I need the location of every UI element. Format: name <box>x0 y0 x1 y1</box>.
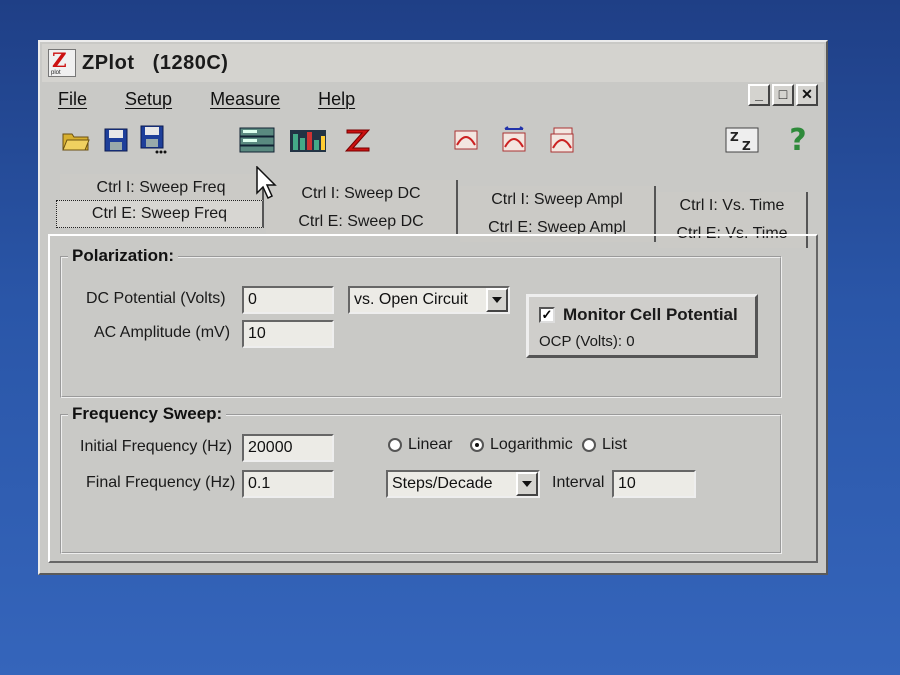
z-icon[interactable] <box>342 124 374 156</box>
chevron-down-icon[interactable] <box>516 472 538 496</box>
menu-setup[interactable]: Setup <box>113 89 172 110</box>
sweep-icon-2[interactable] <box>498 124 530 156</box>
sweep-icon-3[interactable] <box>546 124 578 156</box>
radio-logarithmic-label: Logarithmic <box>490 436 573 453</box>
save-icon[interactable] <box>100 124 132 156</box>
tab-ctrl-i-sweep-ampl[interactable]: Ctrl I: Sweep Ampl <box>460 186 656 214</box>
save-as-icon[interactable] <box>138 124 170 156</box>
tab-ctrl-i-vs-time[interactable]: Ctrl I: Vs. Time <box>658 192 808 220</box>
chevron-down-icon[interactable] <box>486 288 508 312</box>
ac-amplitude-label: AC Amplitude (mV) <box>94 324 231 341</box>
steps-select[interactable]: Steps/Decade <box>386 470 540 498</box>
sweep-icon-1[interactable] <box>450 124 482 156</box>
interval-label: Interval <box>552 474 605 491</box>
svg-text:Z: Z <box>730 130 739 144</box>
toolbar: ZZ ? <box>52 123 814 164</box>
graph-icon[interactable] <box>288 124 328 156</box>
monitor-cell-checkbox[interactable]: ✓ <box>539 307 555 323</box>
svg-text:Z: Z <box>742 139 751 153</box>
dc-potential-label: DC Potential (Volts) <box>86 290 226 307</box>
tab-ctrl-e-sweep-freq[interactable]: Ctrl E: Sweep Freq <box>56 200 264 228</box>
window-title: ZPlot (1280C) <box>82 51 229 74</box>
app-icon-letter: Z <box>52 48 67 72</box>
ocp-readout: OCP (Volts): 0 <box>539 333 635 350</box>
monitor-cell-box: ✓ Monitor Cell Potential OCP (Volts): 0 <box>526 294 758 358</box>
polarization-title: Polarization: <box>68 246 179 266</box>
window-controls: _ □ ✕ <box>748 84 818 106</box>
radio-linear-label: Linear <box>408 436 453 453</box>
radio-linear[interactable] <box>388 438 402 452</box>
tab-ctrl-e-sweep-dc[interactable]: Ctrl E: Sweep DC <box>266 208 458 236</box>
monitor-cell-label: Monitor Cell Potential <box>563 305 738 324</box>
zplot-app-icon[interactable]: Z plot <box>48 48 76 77</box>
main-window: Z plot ZPlot (1280C) File Setup Measure … <box>38 40 828 575</box>
app-icon-sublabel: plot <box>51 70 61 76</box>
tab-ctrl-i-sweep-dc[interactable]: Ctrl I: Sweep DC <box>266 180 458 208</box>
radio-logarithmic[interactable] <box>470 438 484 452</box>
menu-bar: File Setup Measure Help _ □ ✕ <box>46 84 820 114</box>
title-bar[interactable]: Z plot ZPlot (1280C) <box>42 44 824 82</box>
frequency-sweep-title: Frequency Sweep: <box>68 404 227 424</box>
menu-help[interactable]: Help <box>306 89 355 110</box>
menu-file[interactable]: File <box>46 89 87 110</box>
minimize-button[interactable]: _ <box>748 84 770 106</box>
zz-icon[interactable]: ZZ <box>724 124 760 156</box>
final-frequency-field[interactable]: 0.1 <box>242 470 334 498</box>
ac-amplitude-field[interactable]: 10 <box>242 320 334 348</box>
steps-select-value: Steps/Decade <box>392 475 493 492</box>
dc-potential-field[interactable]: 0 <box>242 286 334 314</box>
initial-frequency-field[interactable]: 20000 <box>242 434 334 462</box>
tab-ctrl-i-sweep-freq[interactable]: Ctrl I: Sweep Freq <box>60 174 264 202</box>
tab-strip: Ctrl I: Sweep Freq Ctrl I: Sweep DC Ctrl… <box>52 164 812 248</box>
interval-field[interactable]: 10 <box>612 470 696 498</box>
open-folder-icon[interactable] <box>60 124 92 156</box>
radio-list[interactable] <box>582 438 596 452</box>
tab-panel: Polarization: DC Potential (Volts) 0 AC … <box>48 234 818 563</box>
mouse-pointer-icon <box>256 165 278 205</box>
polarization-group: Polarization: DC Potential (Volts) 0 AC … <box>60 246 782 398</box>
radio-list-label: List <box>602 436 627 453</box>
help-icon[interactable]: ? <box>782 123 814 158</box>
final-frequency-label: Final Frequency (Hz) <box>86 474 236 491</box>
reference-select[interactable]: vs. Open Circuit <box>348 286 510 314</box>
close-button[interactable]: ✕ <box>796 84 818 106</box>
instrument-icon[interactable] <box>238 124 276 156</box>
maximize-button[interactable]: □ <box>772 84 794 106</box>
reference-select-value: vs. Open Circuit <box>354 291 468 308</box>
menu-measure[interactable]: Measure <box>198 89 280 110</box>
frequency-sweep-group: Frequency Sweep: Initial Frequency (Hz) … <box>60 404 782 554</box>
initial-frequency-label: Initial Frequency (Hz) <box>80 438 233 455</box>
